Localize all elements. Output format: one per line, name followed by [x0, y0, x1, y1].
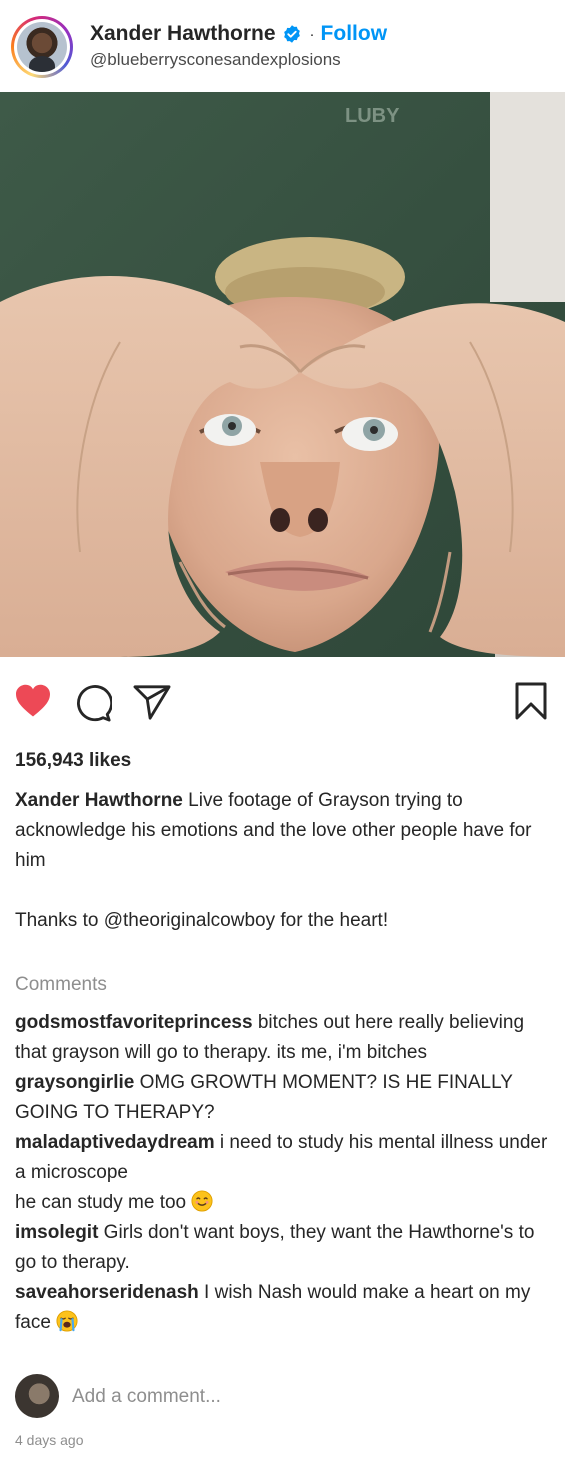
comment-item: godsmostfavoriteprincess bitches out her… [15, 1008, 550, 1068]
current-user-avatar[interactable] [15, 1374, 59, 1418]
like-count[interactable]: 156,943 likes [15, 750, 131, 772]
bookmark-icon[interactable] [514, 682, 548, 720]
post-photo-illustration: LUBY [0, 92, 565, 657]
author-name-line: Xander Hawthorne · Follow [90, 22, 387, 46]
author-avatar[interactable] [11, 16, 73, 78]
author-handle[interactable]: @blueberrysconesandexplosions [90, 50, 341, 70]
paper-plane-icon[interactable] [133, 684, 171, 720]
add-comment-input[interactable] [72, 1382, 542, 1412]
follow-button[interactable]: Follow [321, 22, 388, 46]
heart-icon[interactable] [14, 684, 52, 718]
comment-author[interactable]: graysongirlie [15, 1072, 134, 1093]
comment-item: imsolegit Girls don't want boys, they wa… [15, 1218, 550, 1278]
comment-item: graysongirlie OMG GROWTH MOMENT? IS HE F… [15, 1068, 550, 1128]
comment-author[interactable]: saveahorseridenash [15, 1282, 199, 1303]
author-avatar-photo [17, 22, 67, 72]
comments-list: godsmostfavoriteprincess bitches out her… [15, 1008, 550, 1338]
caption-text-2: Thanks to @theoriginalcowboy for the hea… [15, 910, 389, 931]
post-timestamp[interactable]: 4 days ago [15, 1432, 84, 1448]
comment-bubble-icon[interactable] [74, 684, 112, 722]
smiling-face-emoji-icon [191, 1190, 213, 1212]
separator-dot: · [309, 25, 315, 43]
post-caption: Xander Hawthorne Live footage of Grayson… [15, 786, 545, 936]
loudly-crying-face-emoji-icon [56, 1310, 78, 1332]
verified-badge-icon [283, 25, 300, 43]
shirt-print-text: LUBY [345, 105, 400, 127]
add-comment-row [15, 1374, 550, 1418]
caption-author[interactable]: Xander Hawthorne [15, 790, 183, 811]
post-photo[interactable]: LUBY [0, 92, 565, 657]
comment-author[interactable]: imsolegit [15, 1222, 98, 1243]
comment-author[interactable]: godsmostfavoriteprincess [15, 1012, 253, 1033]
comment-item: saveahorseridenash I wish Nash would mak… [15, 1278, 550, 1338]
comment-item: maladaptivedaydream i need to study his … [15, 1128, 550, 1218]
comment-text-line-2: he can study me too [15, 1192, 192, 1213]
post-header: Xander Hawthorne · Follow @blueberryscon… [0, 0, 565, 92]
comments-heading: Comments [15, 974, 107, 995]
comment-author[interactable]: maladaptivedaydream [15, 1132, 215, 1153]
author-display-name[interactable]: Xander Hawthorne [90, 22, 276, 46]
